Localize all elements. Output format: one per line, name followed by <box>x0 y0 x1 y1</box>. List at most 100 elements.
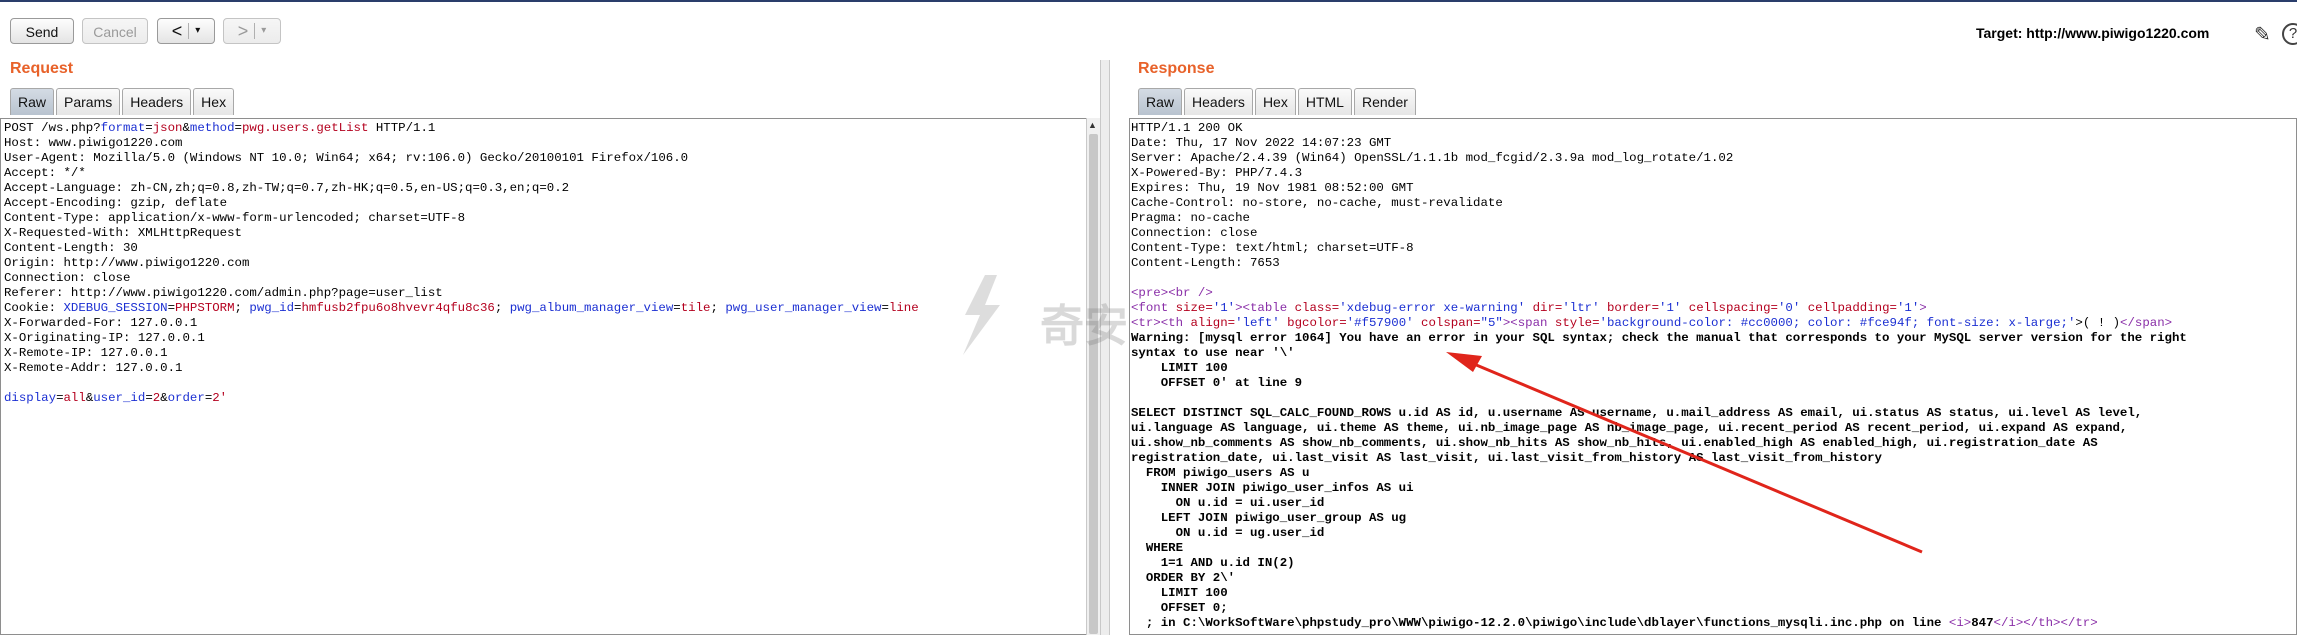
request-editor[interactable]: POST /ws.php?format=json&method=pwg.user… <box>0 118 1100 635</box>
text-segment: <br /> <box>1168 286 1213 300</box>
text-segment: Host: www.piwigo1220.com <box>4 136 183 150</box>
response-line: ; in C:\WorkSoftWare\phpstudy_pro\WWW\pi… <box>1131 616 2296 631</box>
help-icon[interactable]: ? <box>2282 23 2297 45</box>
chevron-down-icon[interactable]: ▾ <box>195 18 200 44</box>
response-line: FROM piwigo_users AS u <box>1131 466 2296 481</box>
tab-headers[interactable]: Headers <box>122 88 192 115</box>
text-segment: POST /ws.php? <box>4 121 101 135</box>
text-segment: '0' <box>1778 301 1801 315</box>
response-tabs: Raw Headers Hex HTML Render <box>1138 88 1416 116</box>
tab-hex[interactable]: Hex <box>1254 88 1296 115</box>
text-segment: '1' <box>1896 301 1920 315</box>
response-line: OFFSET 0; <box>1131 601 2296 616</box>
response-line: Connection: close <box>1131 226 2296 241</box>
text-segment: Cookie: <box>4 301 64 315</box>
text-segment: <font <box>1131 301 1176 315</box>
text-segment: Content-Type: application/x-www-form-url… <box>4 211 466 225</box>
request-line: Cookie: XDEBUG_SESSION=PHPSTORM; pwg_id=… <box>4 301 1099 316</box>
tab-headers[interactable]: Headers <box>1184 88 1253 115</box>
pencil-icon[interactable]: ✎ <box>2254 22 2271 47</box>
text-segment: colspan= <box>1413 316 1481 330</box>
tab-html[interactable]: HTML <box>1297 88 1352 115</box>
response-panel: Response Raw Headers Hex HTML Render HTTP/1.… <box>1110 60 2297 635</box>
text-segment: pwg_id <box>249 301 295 315</box>
scroll-thumb[interactable] <box>1089 134 1098 634</box>
response-line <box>1131 391 2296 406</box>
response-line: Expires: Thu, 19 Nov 1981 08:52:00 GMT <box>1131 181 2296 196</box>
toolbar: Send Cancel < ▾ > ▾ Target: http://www.p… <box>0 2 2297 60</box>
chevron-down-icon[interactable]: ▾ <box>261 18 266 44</box>
text-segment: Date: Thu, 17 Nov 2022 14:07:23 GMT <box>1131 136 1392 150</box>
text-segment: size= <box>1175 301 1213 315</box>
text-segment: display <box>4 391 57 405</box>
text-segment: Origin: http://www.piwigo1220.com <box>4 256 250 270</box>
text-segment: = <box>234 121 242 135</box>
text-segment: = <box>56 391 64 405</box>
text-segment: User-Agent: Mozilla/5.0 (Windows NT 10.0… <box>4 151 689 165</box>
tab-raw[interactable]: Raw <box>1138 88 1183 115</box>
text-segment: align= <box>1190 316 1236 330</box>
tab-hex[interactable]: Hex <box>193 88 235 115</box>
text-segment: pwg.users.getList <box>241 121 369 135</box>
forward-button[interactable]: > ▾ <box>223 18 281 44</box>
response-line: 1=1 AND u.id IN(2) <box>1131 556 2296 571</box>
text-segment: = <box>145 121 153 135</box>
response-line: LIMIT 100 <box>1131 361 2296 376</box>
text-segment: 'ltr' <box>1562 301 1600 315</box>
text-segment: = <box>145 391 153 405</box>
response-line <box>1131 271 2296 286</box>
text-segment: HTTP/1.1 200 OK <box>1131 121 1243 135</box>
text-segment: 2' <box>212 391 228 405</box>
request-line <box>4 376 1099 391</box>
text-segment: Accept-Encoding: gzip, deflate <box>4 196 228 210</box>
text-segment: '#f57900' <box>1346 316 1414 330</box>
forward-arrow-icon: > <box>237 21 249 41</box>
text-segment: hmfusb2fpu6o8hvevr4qfu8c36 <box>301 301 495 315</box>
request-line: Referer: http://www.piwigo1220.com/admin… <box>4 286 1099 301</box>
target-label: Target: http://www.piwigo1220.com <box>1976 25 2210 41</box>
send-button[interactable]: Send <box>10 18 74 44</box>
request-line: X-Requested-With: XMLHttpRequest <box>4 226 1099 241</box>
response-line: LEFT JOIN piwigo_user_group AS ug <box>1131 511 2296 526</box>
text-segment: dir= <box>1525 301 1563 315</box>
text-segment: Referer: http://www.piwigo1220.com/admin… <box>4 286 443 300</box>
text-segment: 1=1 AND u.id IN(2) <box>1131 556 1295 570</box>
response-line: SELECT DISTINCT SQL_CALC_FOUND_ROWS u.id… <box>1131 406 2296 421</box>
text-segment: Cache-Control: no-store, no-cache, must-… <box>1131 196 1503 210</box>
response-line: ON u.id = ug.user_id <box>1131 526 2296 541</box>
text-segment: pwg_album_manager_view <box>509 301 674 315</box>
text-segment: ui.show_nb_comments AS show_nb_comments,… <box>1131 436 2098 450</box>
request-line: POST /ws.php?format=json&method=pwg.user… <box>4 121 1099 136</box>
request-scrollbar[interactable]: ▲ <box>1086 118 1100 635</box>
text-segment: </span> <box>2120 316 2173 330</box>
text-segment: </i></th></tr> <box>1993 616 2098 630</box>
response-viewer[interactable]: HTTP/1.1 200 OK Date: Thu, 17 Nov 2022 14… <box>1129 118 2297 635</box>
scroll-up-icon[interactable]: ▲ <box>1088 120 1097 130</box>
text-segment: INNER JOIN piwigo_user_infos AS ui <box>1131 481 1414 495</box>
tab-render[interactable]: Render <box>1353 88 1416 115</box>
tab-params[interactable]: Params <box>56 88 121 115</box>
request-line: Connection: close <box>4 271 1099 286</box>
text-segment: ><span <box>1502 316 1555 330</box>
text-segment: LIMIT 100 <box>1131 361 1228 375</box>
response-line: Content-Length: 7653 <box>1131 256 2296 271</box>
response-line: <font size='1'><table class='xdebug-erro… <box>1131 301 2296 316</box>
text-segment: ORDER BY 2\' <box>1131 571 1236 585</box>
text-segment: = <box>881 301 889 315</box>
cancel-button[interactable]: Cancel <box>82 18 148 44</box>
text-segment: Expires: Thu, 19 Nov 1981 08:52:00 GMT <box>1131 181 1414 195</box>
text-segment: "5" <box>1480 316 1503 330</box>
text-segment: 847 <box>1971 616 1994 630</box>
text-segment: X-Requested-With: XMLHttpRequest <box>4 226 242 240</box>
text-segment: 'background-color: #cc0000; color: #fce9… <box>1599 316 2076 330</box>
text-segment: LIMIT 100 <box>1131 586 1228 600</box>
text-segment: Pragma: no-cache <box>1131 211 1250 225</box>
text-segment: ; <box>234 301 250 315</box>
text-segment: OFFSET 0' at line 9 <box>1131 376 1303 390</box>
back-button[interactable]: < ▾ <box>157 18 215 44</box>
text-segment: Content-Length: 7653 <box>1131 256 1280 270</box>
tab-raw[interactable]: Raw <box>10 88 55 115</box>
text-segment: user_id <box>93 391 146 405</box>
response-line: ON u.id = ui.user_id <box>1131 496 2296 511</box>
text-segment: = <box>167 301 176 315</box>
